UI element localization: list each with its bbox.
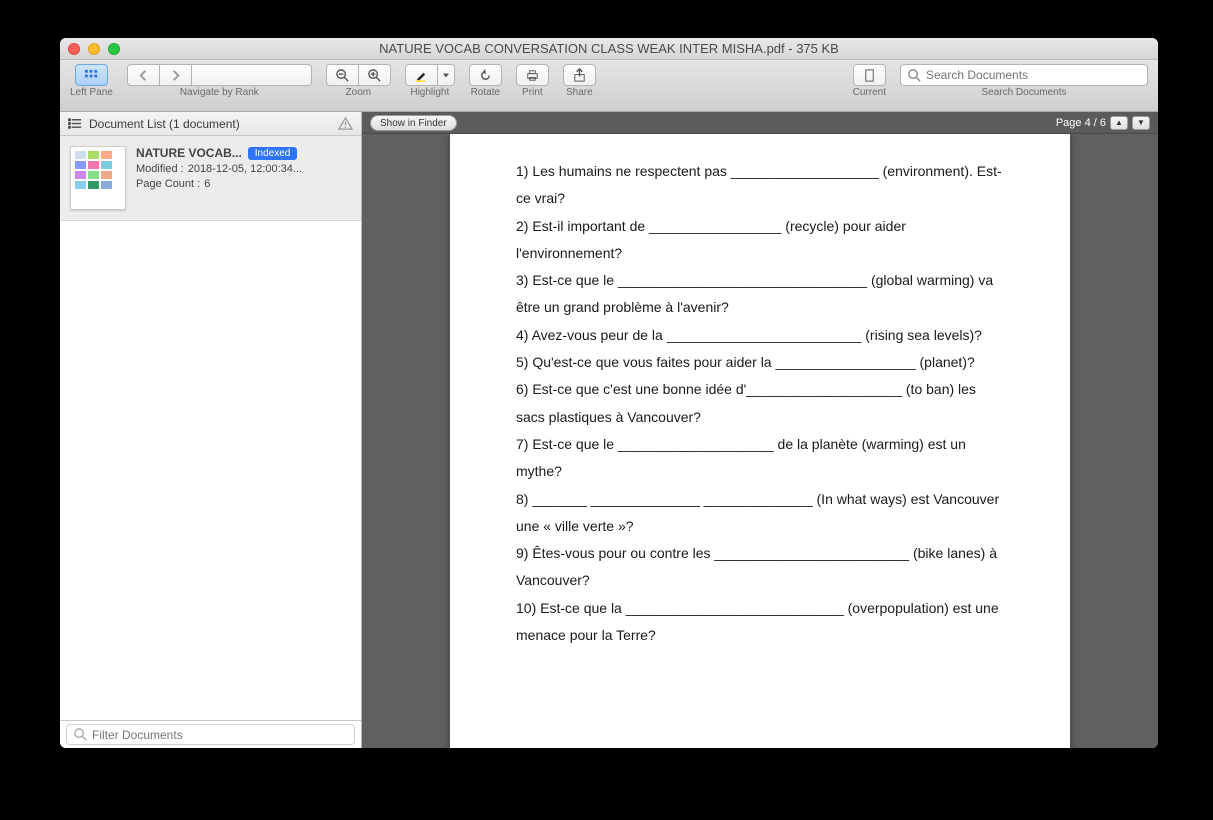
page-line: 5) Qu'est-ce que vous faites pour aider … — [516, 349, 1004, 376]
window-controls — [68, 43, 120, 55]
document-list-title: Document List (1 document) — [89, 117, 240, 131]
highlight-label: Highlight — [410, 87, 449, 98]
highlight-dropdown-button[interactable] — [438, 64, 455, 86]
left-pane-label: Left Pane — [70, 87, 113, 98]
minimize-window-button[interactable] — [88, 43, 100, 55]
search-group: Search Documents — [900, 64, 1148, 98]
page-line: 8) _______ ______________ ______________… — [516, 486, 1004, 541]
zoom-out-button[interactable] — [326, 64, 359, 86]
share-icon — [572, 68, 587, 83]
print-label: Print — [522, 87, 543, 98]
pdf-page: 1) Les humains ne respectent pas _______… — [450, 134, 1070, 748]
search-label: Search Documents — [981, 87, 1066, 98]
rotate-label: Rotate — [471, 87, 500, 98]
nav-back-button[interactable] — [127, 64, 160, 86]
document-list: NATURE VOCAB... Indexed Modified : 2018-… — [60, 136, 361, 720]
page-line: 7) Est-ce que le ____________________ de… — [516, 431, 1004, 486]
highlighter-icon — [414, 68, 429, 83]
chevron-left-icon — [136, 68, 151, 83]
zoom-label: Zoom — [346, 87, 372, 98]
search-icon — [907, 68, 922, 83]
zoom-in-icon — [367, 68, 382, 83]
content-header: Show in Finder Page 4 / 6 ▲ ▼ — [362, 112, 1158, 134]
current-label: Current — [853, 87, 886, 98]
left-pane-toggle-button[interactable] — [75, 64, 108, 86]
chevron-down-icon — [442, 68, 450, 83]
chevron-right-icon — [168, 68, 183, 83]
print-group: Print — [516, 64, 549, 98]
document-thumbnail — [70, 146, 126, 210]
navigate-group: Navigate by Rank — [127, 64, 312, 98]
maximize-window-button[interactable] — [108, 43, 120, 55]
rotate-group: Rotate — [469, 64, 502, 98]
pagecount-label: Page Count : — [136, 178, 200, 190]
body: Document List (1 document) NATURE VOCAB.… — [60, 112, 1158, 748]
page-up-button[interactable]: ▲ — [1110, 116, 1128, 130]
grid-icon — [84, 68, 99, 83]
pagecount-value: 6 — [204, 178, 210, 190]
content-area: Show in Finder Page 4 / 6 ▲ ▼ 1) Les hum… — [362, 112, 1158, 748]
page-indicator: Page 4 / 6 — [1056, 117, 1106, 129]
close-window-button[interactable] — [68, 43, 80, 55]
search-documents-field[interactable] — [900, 64, 1148, 86]
rotate-icon — [478, 68, 493, 83]
share-button[interactable] — [563, 64, 596, 86]
show-in-finder-button[interactable]: Show in Finder — [370, 115, 457, 131]
page-viewport[interactable]: 1) Les humains ne respectent pas _______… — [362, 134, 1158, 748]
zoom-in-button[interactable] — [359, 64, 391, 86]
left-pane-group: Left Pane — [70, 64, 113, 98]
document-title: NATURE VOCAB... — [136, 146, 242, 160]
page-down-button[interactable]: ▼ — [1132, 116, 1150, 130]
navigate-label: Navigate by Rank — [180, 87, 259, 98]
zoom-out-icon — [335, 68, 350, 83]
zoom-group: Zoom — [326, 64, 391, 98]
share-label: Share — [566, 87, 593, 98]
rotate-button[interactable] — [469, 64, 502, 86]
toolbar: Left Pane Navigate by Rank — [60, 60, 1158, 112]
modified-label: Modified : — [136, 163, 184, 175]
page-line: 9) Êtes-vous pour ou contre les ________… — [516, 540, 1004, 595]
triangle-down-icon: ▼ — [1137, 118, 1145, 127]
document-list-item[interactable]: NATURE VOCAB... Indexed Modified : 2018-… — [60, 136, 361, 221]
filter-input[interactable] — [92, 728, 348, 742]
page-line: 2) Est-il important de _________________… — [516, 213, 1004, 268]
page-line: 1) Les humains ne respectent pas _______… — [516, 158, 1004, 213]
page-line: 4) Avez-vous peur de la ________________… — [516, 322, 1004, 349]
share-group: Share — [563, 64, 596, 98]
window-title: NATURE VOCAB CONVERSATION CLASS WEAK INT… — [60, 41, 1158, 56]
triangle-up-icon: ▲ — [1115, 118, 1123, 127]
document-icon — [862, 68, 877, 83]
rank-field[interactable] — [192, 64, 312, 86]
titlebar: NATURE VOCAB CONVERSATION CLASS WEAK INT… — [60, 38, 1158, 60]
indexed-badge: Indexed — [248, 147, 298, 160]
printer-icon — [525, 68, 540, 83]
app-window: NATURE VOCAB CONVERSATION CLASS WEAK INT… — [60, 38, 1158, 748]
document-list-header: Document List (1 document) — [60, 112, 361, 136]
search-icon — [73, 727, 88, 742]
page-line: 3) Est-ce que le _______________________… — [516, 267, 1004, 322]
search-input[interactable] — [926, 68, 1141, 82]
print-button[interactable] — [516, 64, 549, 86]
current-group: Current — [853, 64, 886, 98]
list-icon — [68, 116, 83, 131]
warning-icon — [338, 116, 353, 131]
highlight-button[interactable] — [405, 64, 438, 86]
current-button[interactable] — [853, 64, 886, 86]
sidebar-footer — [60, 720, 361, 748]
highlight-group: Highlight — [405, 64, 455, 98]
sidebar: Document List (1 document) NATURE VOCAB.… — [60, 112, 362, 748]
page-line: 6) Est-ce que c'est une bonne idée d'___… — [516, 376, 1004, 431]
document-meta: NATURE VOCAB... Indexed Modified : 2018-… — [136, 146, 351, 210]
page-line: 10) Est-ce que la ______________________… — [516, 595, 1004, 650]
nav-forward-button[interactable] — [160, 64, 192, 86]
modified-value: 2018-12-05, 12:00:34... — [188, 163, 302, 175]
filter-documents-field[interactable] — [66, 724, 355, 745]
